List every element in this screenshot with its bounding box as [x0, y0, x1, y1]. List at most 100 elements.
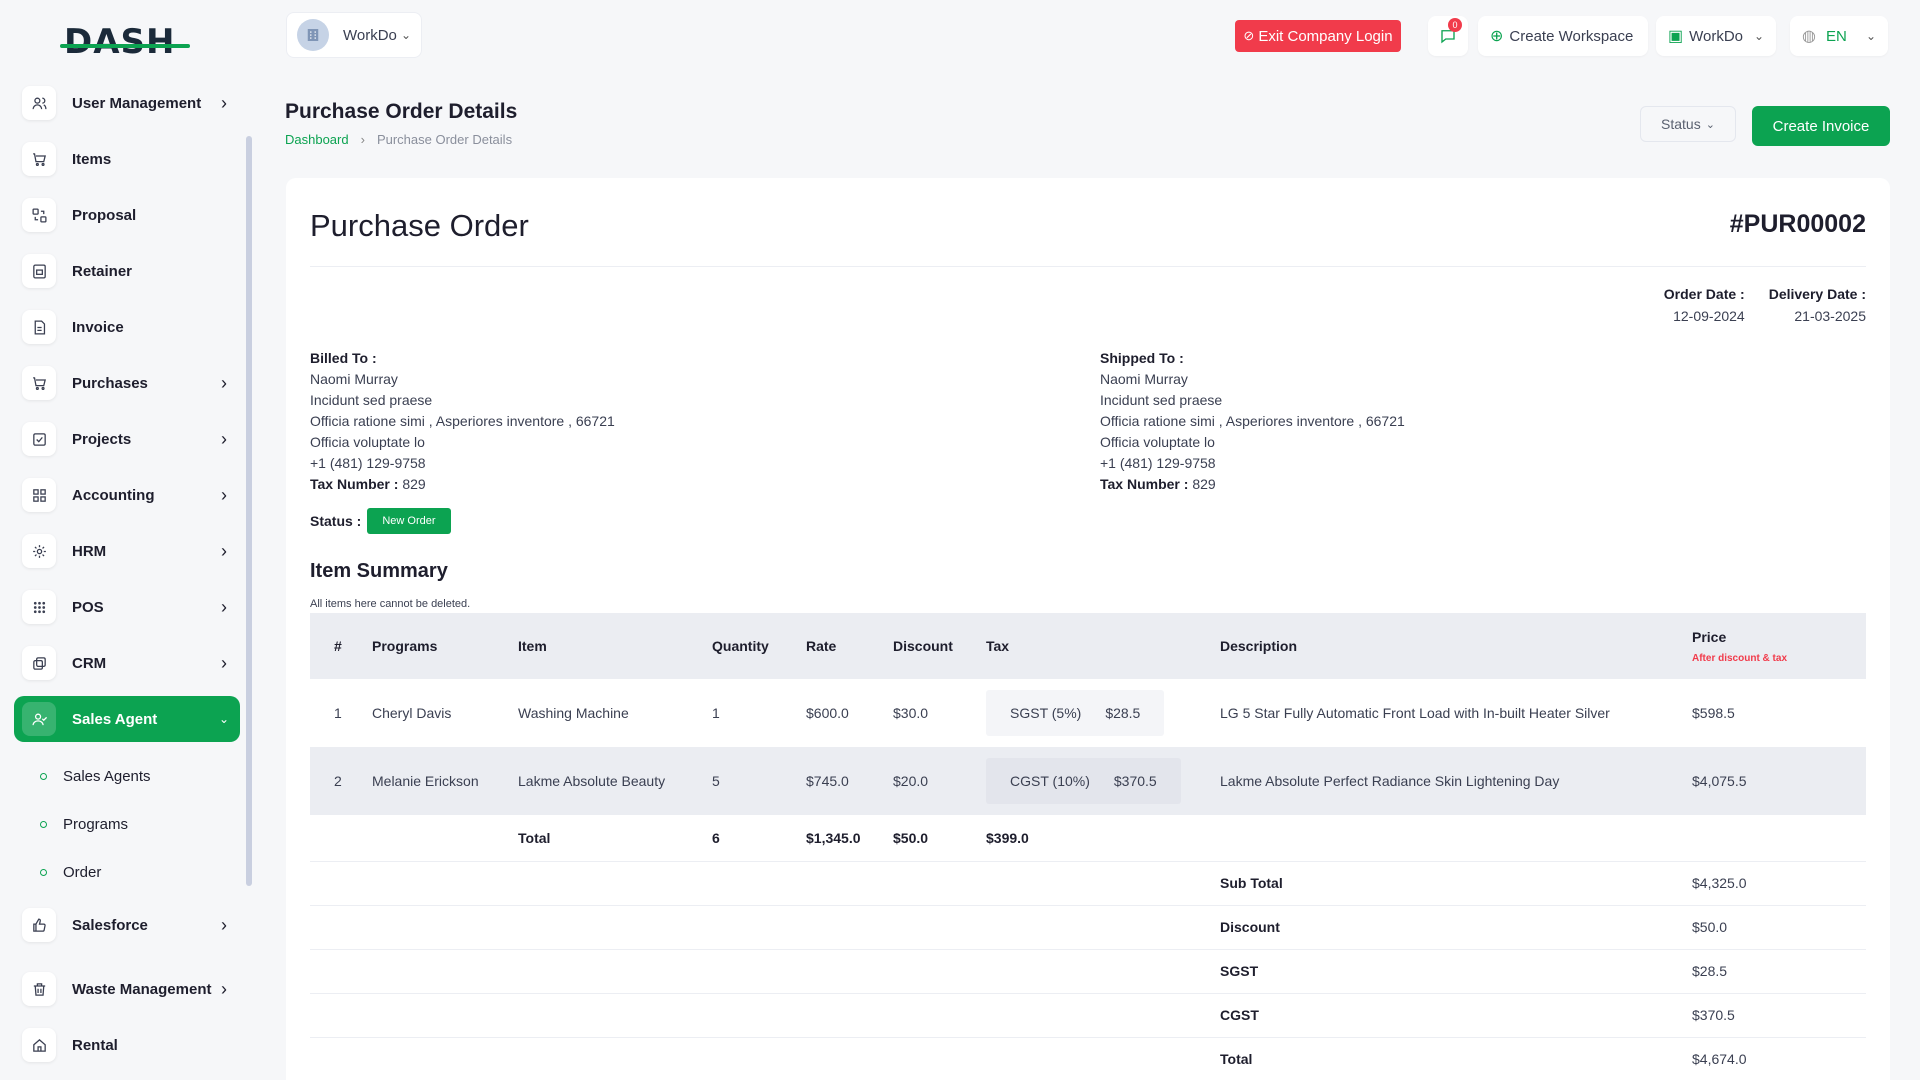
sidebar-item-waste-management[interactable]: Waste Management › [14, 966, 240, 1012]
billed-to-label: Billed To : [310, 350, 377, 366]
row-quantity: 5 [712, 773, 720, 789]
workspace-avatar [297, 19, 329, 51]
chevron-down-icon: ⌄ [1753, 29, 1764, 43]
sidebar-item-proposal[interactable]: Proposal [14, 192, 240, 238]
cart-icon [22, 366, 56, 400]
chevron-right-icon: › [221, 92, 227, 113]
delivery-date: Delivery Date : 21-03-2025 [1769, 286, 1866, 324]
brand-logo[interactable]: DASH [64, 22, 175, 62]
status-label: Status : [310, 513, 362, 529]
trash-icon [22, 972, 56, 1006]
sidebar-item-invoice[interactable]: Invoice [14, 304, 240, 350]
row-number: 2 [334, 773, 342, 789]
submenu-item-programs[interactable]: Programs [40, 800, 240, 848]
row-discount: $30.0 [893, 705, 929, 721]
breadcrumb-home-link[interactable]: Dashboard [285, 132, 349, 147]
item-summary-title: Item Summary [310, 560, 448, 582]
shipped-line1: Incidunt sed praese [1100, 392, 1223, 408]
summary-row-discount: Discount $50.0 [310, 905, 1866, 950]
billed-name: Naomi Murray [310, 371, 398, 387]
sidebar-item-label: Projects [72, 430, 132, 448]
shipped-to-address: Shipped To : Naomi Murray Incidunt sed p… [1100, 348, 1405, 495]
sidebar-item-label: Salesforce [72, 916, 148, 934]
invoice-icon [22, 310, 56, 344]
sidebar-item-accounting[interactable]: Accounting › [14, 472, 240, 518]
shipped-line3: Officia voluptate lo [1100, 434, 1215, 450]
row-description: LG 5 Star Fully Automatic Front Load wit… [1220, 705, 1610, 721]
total-label: Total [508, 815, 702, 862]
sidebar-item-retainer[interactable]: Retainer [14, 248, 240, 294]
total-rate: $1,345.0 [796, 815, 883, 862]
crm-icon [22, 646, 56, 680]
purchase-order-card: Purchase Order #PUR00002 Order Date : 12… [286, 178, 1890, 1080]
billed-line2: Officia ratione simi , Asperiores invent… [310, 413, 615, 429]
plus-circle-icon: ⊕ [1490, 28, 1504, 45]
tax-box: SGST (5%) $28.5 [986, 690, 1165, 736]
delivery-date-value: 21-03-2025 [1794, 308, 1866, 324]
order-status: Status : New Order [310, 508, 451, 534]
purchase-order-heading: Purchase Order [310, 208, 529, 243]
status-dropdown[interactable]: Status ⌄ [1640, 106, 1736, 142]
sales-agent-submenu: Sales Agents Programs Order [14, 752, 240, 896]
workspace-name: WorkDo [343, 26, 397, 44]
user-check-icon [22, 702, 56, 736]
row-quantity: 1 [712, 705, 720, 721]
column-header: # [334, 638, 342, 654]
exit-company-login-button[interactable]: ⊘ Exit Company Login [1235, 20, 1401, 52]
sidebar-item-sales-agent[interactable]: Sales Agent ⌄ [14, 696, 240, 742]
shipped-line2: Officia ratione simi , Asperiores invent… [1100, 413, 1405, 429]
workspace-switcher[interactable]: WorkDo ⌄ [286, 12, 422, 58]
messages-button[interactable]: 0 [1428, 16, 1468, 56]
exit-company-login-label: Exit Company Login [1258, 27, 1393, 45]
sidebar-item-label: Invoice [72, 318, 124, 336]
sidebar-item-user-management[interactable]: User Management › [14, 80, 240, 126]
submenu-item-label: Order [63, 863, 102, 881]
page-title: Purchase Order Details [285, 100, 518, 123]
sidebar-item-crm[interactable]: CRM › [14, 640, 240, 686]
apps-icon: ▣ [1668, 28, 1684, 45]
grid-icon [22, 478, 56, 512]
shipped-tax-number: Tax Number : 829 [1100, 474, 1405, 495]
sidebar-item-projects[interactable]: Projects › [14, 416, 240, 462]
row-program: Melanie Erickson [372, 773, 479, 789]
sidebar-item-purchases[interactable]: Purchases › [14, 360, 240, 406]
shipped-to-label: Shipped To : [1100, 350, 1184, 366]
sidebar-item-pos[interactable]: POS › [14, 584, 240, 630]
users-icon [22, 86, 56, 120]
sidebar-item-hrm[interactable]: HRM › [14, 528, 240, 574]
sidebar-item-label: User Management [72, 94, 202, 112]
globe-icon: ◍ [1802, 28, 1816, 45]
sidebar-item-rental[interactable]: Rental [14, 1022, 240, 1068]
submenu-item-sales-agents[interactable]: Sales Agents [40, 752, 240, 800]
workdo-menu[interactable]: ▣ WorkDo ⌄ [1656, 16, 1776, 56]
language-selector[interactable]: ◍ EN ⌄ [1790, 16, 1888, 56]
column-header: Quantity [712, 638, 769, 654]
item-summary-table: # Programs Item Quantity Rate Discount T… [310, 613, 1866, 1080]
column-header: Discount [893, 638, 953, 654]
sidebar-item-label: Waste Management [72, 980, 212, 998]
purchase-order-number: #PUR00002 [1729, 210, 1866, 238]
projects-icon [22, 422, 56, 456]
row-price: $598.5 [1692, 705, 1735, 721]
status-dropdown-label: Status [1661, 116, 1701, 132]
row-program: Cheryl Davis [372, 705, 452, 721]
tax-number-value: 829 [1192, 476, 1216, 492]
row-number: 1 [334, 705, 342, 721]
sidebar-item-salesforce[interactable]: Salesforce › [14, 902, 240, 948]
sidebar-item-label: Rental [72, 1036, 118, 1054]
summary-label: CGST [1210, 993, 1682, 1038]
bullet-icon [40, 820, 47, 828]
sidebar-scrollbar[interactable] [246, 136, 252, 886]
create-workspace-button[interactable]: ⊕ Create Workspace [1478, 16, 1648, 56]
sidebar-item-items[interactable]: Items [14, 136, 240, 182]
ban-icon: ⊘ [1243, 28, 1255, 43]
row-item: Lakme Absolute Beauty [518, 773, 666, 789]
billed-tax-number: Tax Number : 829 [310, 474, 615, 495]
create-invoice-button[interactable]: Create Invoice [1752, 106, 1890, 146]
chevron-down-icon: ⌄ [218, 712, 230, 726]
summary-value: $28.5 [1682, 949, 1866, 994]
total-discount: $50.0 [883, 815, 976, 862]
submenu-item-order[interactable]: Order [40, 848, 240, 896]
row-item: Washing Machine [518, 705, 629, 721]
chevron-right-icon: › [221, 978, 227, 999]
